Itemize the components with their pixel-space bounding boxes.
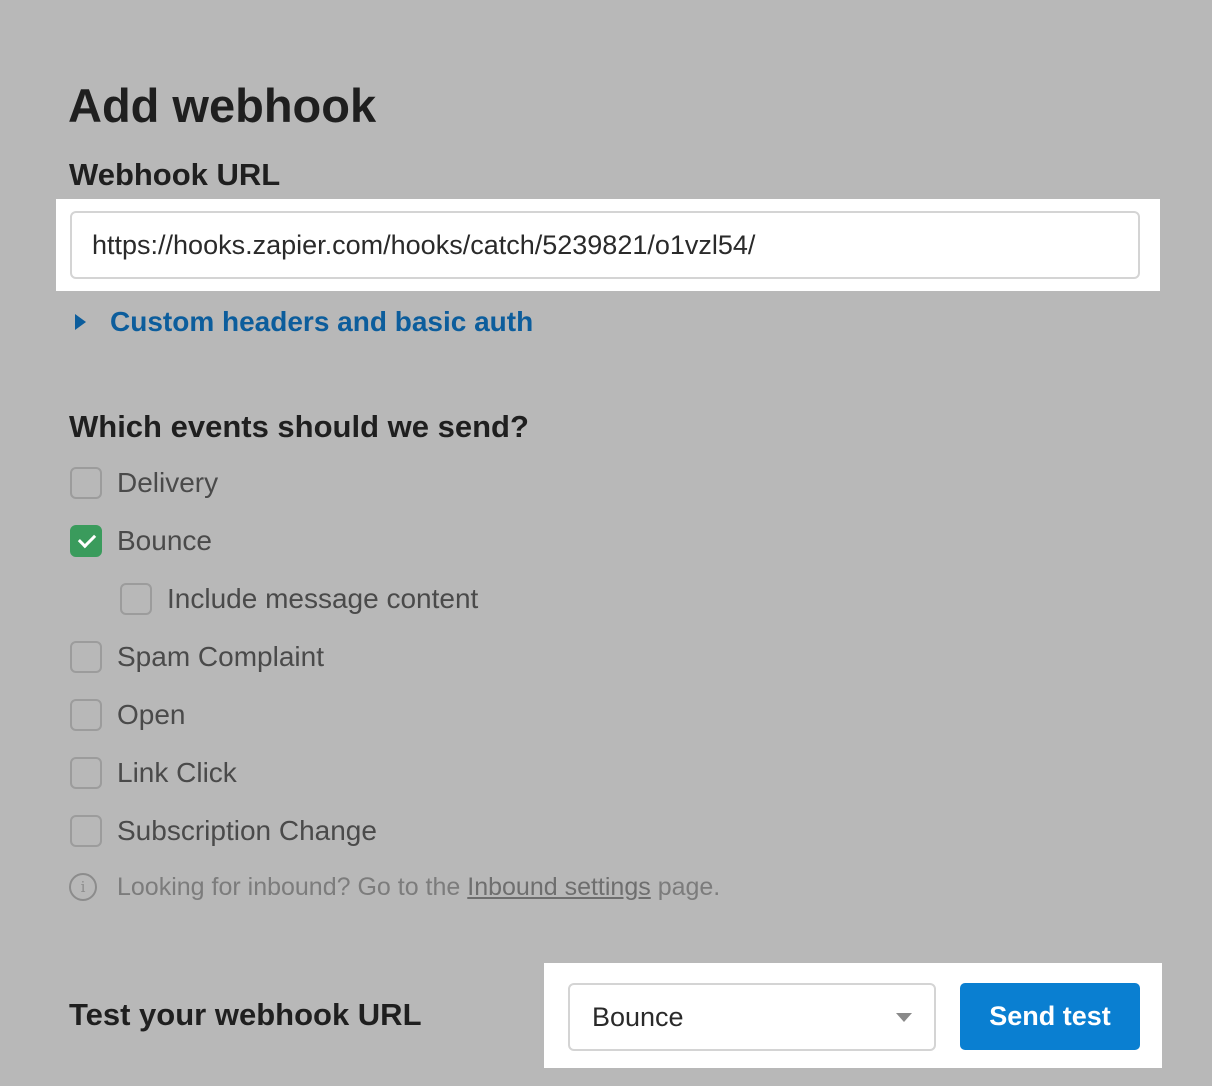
info-icon: i [69, 873, 97, 901]
webhook-url-input[interactable] [70, 211, 1140, 279]
subscription-change-checkbox[interactable] [70, 815, 102, 847]
caret-right-icon [75, 314, 86, 330]
event-label: Include message content [167, 583, 479, 614]
page-title: Add webhook [68, 79, 377, 132]
include-message-content-checkbox[interactable] [120, 583, 152, 615]
inbound-note-suffix: page. [650, 872, 721, 901]
delivery-checkbox[interactable] [70, 467, 102, 499]
events-label: Which events should we send? [69, 409, 529, 444]
inbound-note: i Looking for inbound? Go to the Inbound… [69, 870, 720, 904]
event-label: Spam Complaint [117, 641, 324, 672]
webhook-url-highlight [56, 199, 1160, 291]
event-delivery[interactable]: Delivery [70, 463, 218, 503]
custom-headers-toggle[interactable]: Custom headers and basic auth [72, 302, 533, 342]
spam-complaint-checkbox[interactable] [70, 641, 102, 673]
event-label: Link Click [117, 757, 237, 788]
chevron-down-icon [896, 1013, 912, 1022]
webhook-url-label: Webhook URL [69, 157, 281, 192]
event-label: Subscription Change [117, 815, 377, 846]
inbound-note-prefix: Looking for inbound? Go to the [117, 872, 468, 901]
send-test-button[interactable]: Send test [960, 983, 1140, 1050]
event-open[interactable]: Open [70, 695, 186, 735]
bounce-checkbox[interactable] [70, 525, 102, 557]
event-label: Bounce [117, 525, 212, 556]
inbound-settings-link[interactable]: Inbound settings [467, 873, 650, 902]
test-controls-highlight: Bounce Send test [544, 963, 1162, 1068]
event-link-click[interactable]: Link Click [70, 753, 237, 793]
custom-headers-label: Custom headers and basic auth [110, 306, 534, 337]
open-checkbox[interactable] [70, 699, 102, 731]
checkmark-icon [77, 529, 97, 549]
test-event-select[interactable]: Bounce [568, 983, 936, 1051]
event-include-message-content[interactable]: Include message content [120, 579, 478, 619]
test-event-selected: Bounce [592, 1001, 684, 1032]
event-label: Open [117, 699, 186, 730]
event-subscription-change[interactable]: Subscription Change [70, 811, 377, 851]
link-click-checkbox[interactable] [70, 757, 102, 789]
event-bounce[interactable]: Bounce [70, 521, 212, 561]
event-label: Delivery [117, 467, 219, 498]
event-spam-complaint[interactable]: Spam Complaint [70, 637, 324, 677]
test-webhook-label: Test your webhook URL [69, 997, 422, 1032]
